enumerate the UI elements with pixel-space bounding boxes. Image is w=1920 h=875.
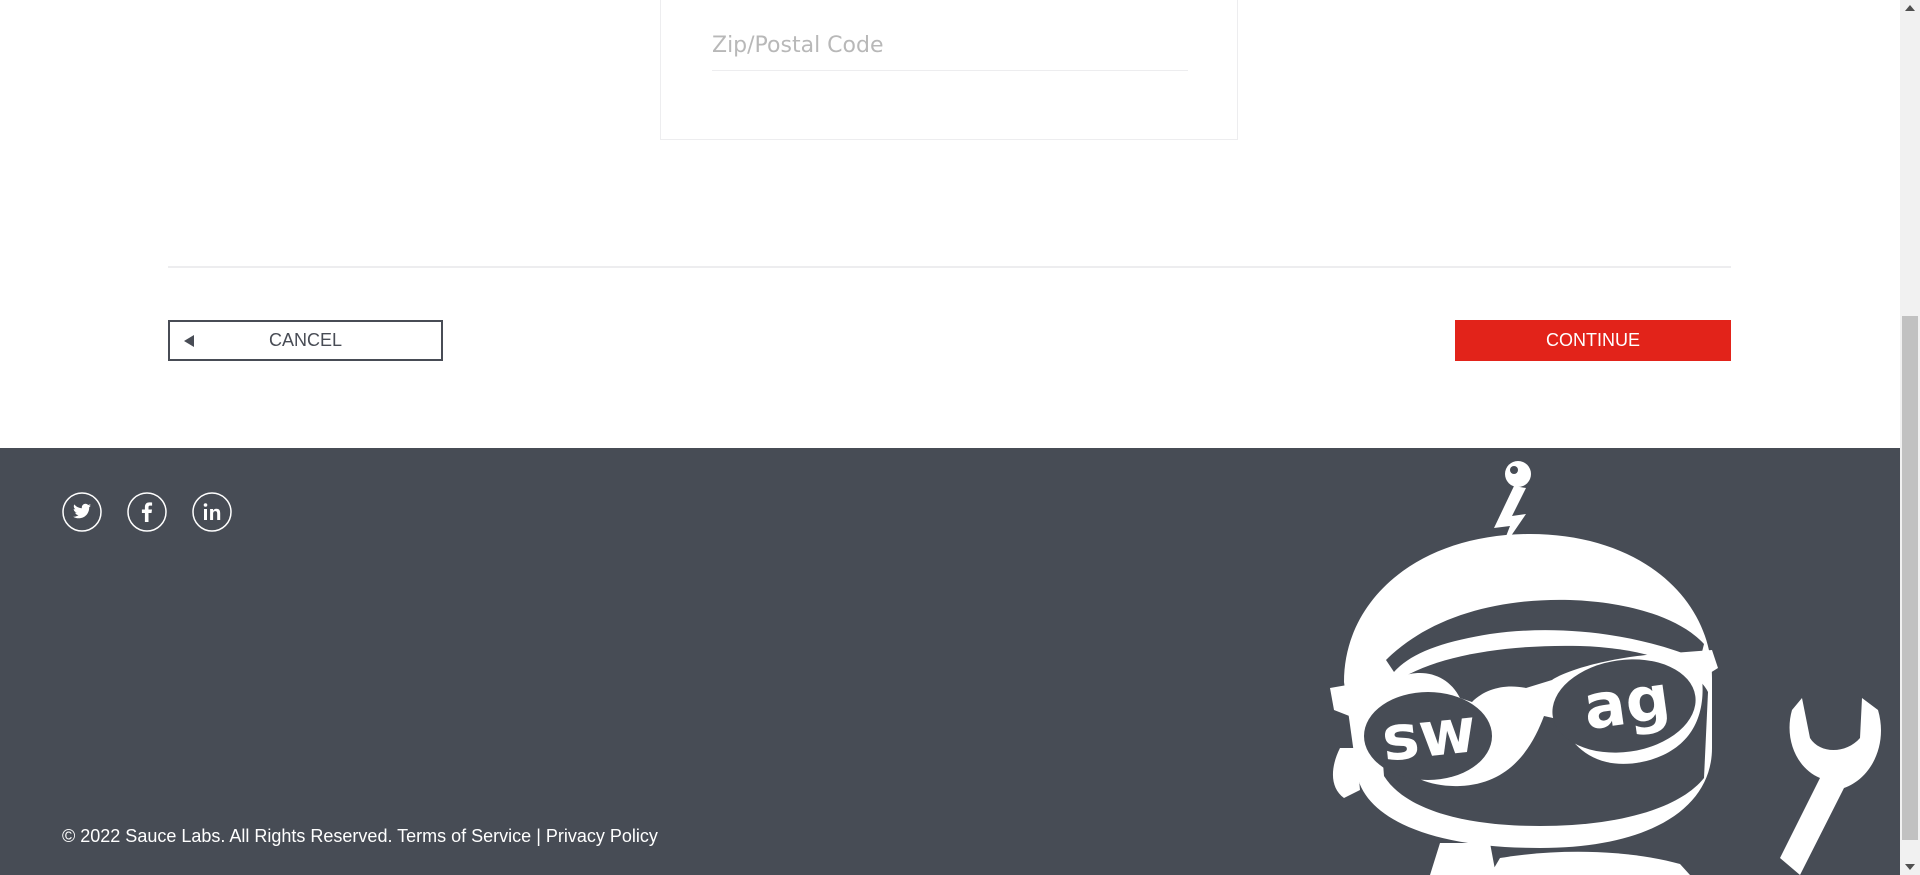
checkout-page: CANCEL CONTINUE © 2022 (0, 0, 1920, 875)
vertical-scrollbar[interactable] (1900, 0, 1920, 875)
scroll-up-arrow-icon[interactable] (1905, 5, 1915, 11)
checkout-info-form (660, 0, 1238, 140)
copyright: © 2022 Sauce Labs. All Rights Reserved. … (62, 826, 658, 847)
privacy-policy-link[interactable]: Privacy Policy (546, 826, 658, 846)
link-separator: | (536, 826, 541, 846)
terms-of-service-link[interactable]: Terms of Service (397, 826, 531, 846)
footer: © 2022 Sauce Labs. All Rights Reserved. … (0, 448, 1900, 875)
zip-postal-code-input[interactable] (712, 21, 1188, 71)
copyright-text: © 2022 Sauce Labs. All Rights Reserved. (62, 826, 393, 846)
cancel-button[interactable]: CANCEL (168, 320, 443, 361)
facebook-icon[interactable] (127, 492, 167, 532)
twitter-icon[interactable] (62, 492, 102, 532)
linkedin-icon[interactable] (192, 492, 232, 532)
scrollbar-thumb[interactable] (1902, 316, 1918, 840)
divider (168, 266, 1731, 268)
back-arrow-icon (184, 334, 194, 347)
svg-text:ag: ag (1579, 660, 1675, 744)
cancel-button-label: CANCEL (268, 330, 343, 350)
scroll-down-arrow-icon[interactable] (1905, 864, 1915, 870)
swag-robot-logo: sw ag (1330, 461, 1881, 875)
continue-button[interactable]: CONTINUE (1455, 320, 1731, 361)
continue-button-label: CONTINUE (1546, 330, 1640, 350)
svg-text:sw: sw (1378, 693, 1479, 775)
